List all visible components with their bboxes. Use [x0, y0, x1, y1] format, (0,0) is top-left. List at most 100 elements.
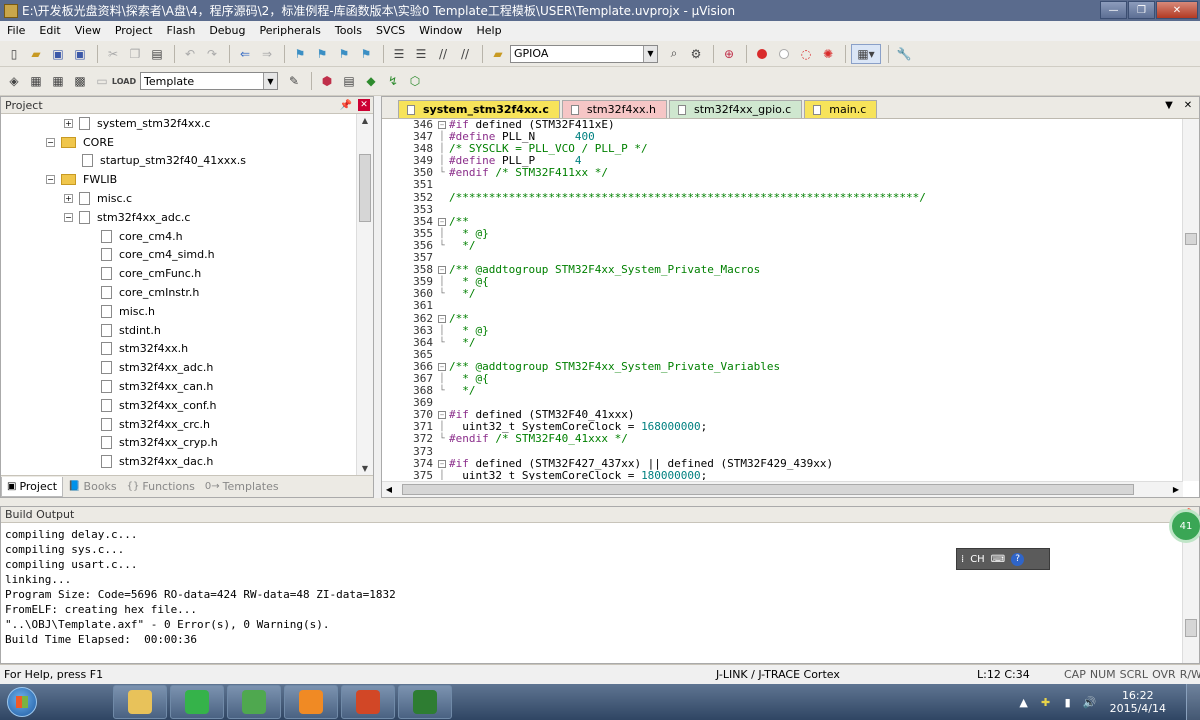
close-icon[interactable]: ✕ [358, 99, 370, 111]
ime-language-label[interactable]: CH [970, 554, 985, 565]
tree-file[interactable]: core_cmInstr.h [1, 283, 356, 302]
disable-breakpoints-icon[interactable]: ◌ [796, 44, 816, 64]
chevron-down-icon[interactable]: ▼ [263, 73, 277, 89]
insert-breakpoint-icon[interactable] [752, 44, 772, 64]
editor-tab[interactable]: main.c [804, 100, 878, 118]
taskbar-keil-v5-button[interactable] [398, 685, 452, 719]
splitter[interactable] [0, 498, 1200, 506]
tree-file[interactable]: stm32f4xx.h [1, 340, 356, 359]
editor-horizontal-scrollbar[interactable]: ◀ ▶ [382, 481, 1183, 497]
help-icon[interactable]: ? [1011, 552, 1025, 566]
tray-expand-icon[interactable]: ▲ [1016, 694, 1032, 710]
chevron-down-icon[interactable]: ▼ [1162, 100, 1176, 111]
kill-breakpoints-icon[interactable]: ✺ [818, 44, 838, 64]
build-scrollbar[interactable] [1182, 523, 1199, 663]
collapse-icon[interactable]: − [438, 411, 446, 420]
volume-icon[interactable]: 🔊 [1082, 694, 1098, 710]
find-in-files-icon[interactable]: ▰ [488, 44, 508, 64]
taskbar-pdf-app-button[interactable] [284, 685, 338, 719]
maximize-button[interactable]: ❐ [1128, 1, 1155, 19]
menu-debug[interactable]: Debug [202, 21, 252, 41]
comment-icon[interactable]: // [433, 44, 453, 64]
fold-toggle-icon[interactable]: − [435, 409, 449, 421]
expand-icon[interactable]: + [64, 118, 73, 128]
uncomment-icon[interactable]: // [455, 44, 475, 64]
download-load-icon[interactable]: LOAD [112, 71, 136, 91]
new-file-icon[interactable]: ▯ [4, 44, 24, 64]
target-options-icon[interactable]: ✎ [284, 71, 304, 91]
scroll-left-icon[interactable]: ◀ [382, 482, 396, 498]
tree-file[interactable]: startup_stm32f40_41xxx.s [1, 152, 356, 171]
scroll-thumb[interactable] [359, 154, 371, 222]
collapse-icon[interactable]: − [438, 459, 446, 468]
tree-file[interactable]: stm32f4xx_cryp.h [1, 434, 356, 453]
collapse-icon[interactable]: − [438, 121, 446, 129]
copy-icon[interactable]: ❐ [125, 44, 145, 64]
tab-books[interactable]: 📘 Books [63, 477, 122, 497]
pin-icon[interactable]: 📌 [340, 100, 352, 111]
bookmark-icon[interactable]: ⚑ [290, 44, 310, 64]
menu-tools[interactable]: Tools [328, 21, 369, 41]
tree-file[interactable]: stm32f4xx_dac.h [1, 452, 356, 471]
tree-folder[interactable]: − CORE [1, 133, 356, 152]
packs-icon[interactable]: ⬡ [405, 71, 425, 91]
save-icon[interactable]: ▣ [48, 44, 68, 64]
tree-file[interactable]: − stm32f4xx_adc.c [1, 208, 356, 227]
tree-file[interactable]: core_cm4.h [1, 227, 356, 246]
tree-file[interactable]: misc.h [1, 302, 356, 321]
start-button[interactable] [0, 684, 44, 720]
enable-breakpoint-icon[interactable] [774, 44, 794, 64]
tab-templates[interactable]: 0→ Templates [200, 477, 284, 497]
editor-tab[interactable]: stm32f4xx.h [561, 100, 667, 118]
fold-toggle-icon[interactable]: − [435, 361, 449, 373]
network-icon[interactable]: ▮ [1060, 694, 1076, 710]
chevron-down-icon[interactable]: ▼ [643, 45, 657, 62]
tree-file[interactable]: stdint.h [1, 321, 356, 340]
manage-project-items-icon[interactable]: ⬢ [317, 71, 337, 91]
collapse-icon[interactable]: − [46, 137, 55, 147]
scroll-down-icon[interactable]: ▼ [357, 462, 373, 476]
menu-flash[interactable]: Flash [159, 21, 202, 41]
target-combo[interactable]: Template ▼ [140, 72, 278, 90]
clear-bookmarks-icon[interactable]: ⚑ [356, 44, 376, 64]
fold-toggle-icon[interactable]: − [435, 458, 449, 470]
menu-peripherals[interactable]: Peripherals [253, 21, 328, 41]
configure-icon[interactable]: ⚙ [686, 44, 706, 64]
menu-svcs[interactable]: SVCS [369, 21, 412, 41]
scroll-right-icon[interactable]: ▶ [1169, 482, 1183, 498]
manage-rte-icon[interactable]: ◆ [361, 71, 381, 91]
open-folder-icon[interactable]: ▰ [26, 44, 46, 64]
scroll-thumb[interactable] [1185, 619, 1197, 637]
expand-icon[interactable]: + [64, 194, 73, 204]
collapse-icon[interactable]: − [438, 217, 446, 226]
navigate-forward-icon[interactable]: ⇒ [257, 44, 277, 64]
paste-icon[interactable]: ▤ [147, 44, 167, 64]
redo-icon[interactable]: ↷ [202, 44, 222, 64]
scroll-thumb[interactable] [402, 484, 1134, 495]
collapse-icon[interactable]: − [438, 266, 446, 275]
batch-build-icon[interactable]: ▩ [70, 71, 90, 91]
save-all-icon[interactable]: ▣ [70, 44, 90, 64]
tree-file[interactable]: stm32f4xx_adc.h [1, 358, 356, 377]
fold-toggle-icon[interactable]: − [435, 313, 449, 325]
close-icon[interactable]: ✕ [1181, 100, 1195, 111]
menu-help[interactable]: Help [470, 21, 509, 41]
select-packs-icon[interactable]: ▤ [339, 71, 359, 91]
unindent-icon[interactable]: ☰ [411, 44, 431, 64]
build-icon[interactable]: ▦ [26, 71, 46, 91]
scroll-thumb[interactable] [1185, 233, 1197, 245]
navigate-back-icon[interactable]: ⇐ [235, 44, 255, 64]
prev-bookmark-icon[interactable]: ⚑ [312, 44, 332, 64]
menu-file[interactable]: File [0, 21, 32, 41]
taskbar-qt-app-button[interactable] [227, 685, 281, 719]
menu-edit[interactable]: Edit [32, 21, 67, 41]
collapse-icon[interactable]: − [438, 314, 446, 323]
tab-project[interactable]: ▣ Project [1, 476, 64, 497]
taskbar-powerpoint-button[interactable] [341, 685, 395, 719]
find-combo[interactable]: GPIOA ▼ [510, 44, 658, 63]
tree-file[interactable]: stm32f4xx_conf.h [1, 396, 356, 415]
find-icon[interactable]: ⌕ [664, 44, 684, 64]
wrench-icon[interactable]: 🔧 [894, 44, 914, 64]
collapse-icon[interactable]: − [64, 212, 73, 222]
window-layout-icon[interactable]: ▦▾ [851, 43, 881, 64]
